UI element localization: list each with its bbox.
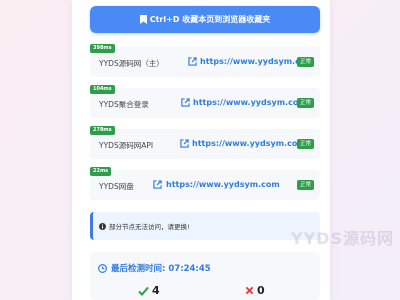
site-row: 22ms YYDS网盘 https://www.yydsym.com 正常 bbox=[90, 167, 320, 200]
external-link-icon bbox=[180, 139, 189, 148]
site-row: 398ms YYDS源码网（主） https://www.yydsym.com … bbox=[90, 44, 320, 77]
success-count: 4 bbox=[138, 284, 160, 297]
notice-banner: 部分节点无法访问，请更换! bbox=[90, 212, 320, 240]
status-badge: 正常 bbox=[296, 139, 314, 149]
site-link[interactable]: https://www.yydsym.com bbox=[192, 139, 306, 148]
latency-badge: 104ms bbox=[90, 85, 115, 94]
notice-text: 部分节点无法访问，请更换! bbox=[109, 223, 190, 231]
bookmark-button[interactable]: Ctrl+D 收藏本页到浏览器收藏夹 bbox=[90, 6, 320, 33]
status-badge: 正常 bbox=[296, 57, 314, 67]
check-icon bbox=[138, 286, 149, 296]
site-name: YYDS源码网API bbox=[99, 141, 154, 150]
last-check-label: 最后检测时间: 07:24:45 bbox=[111, 264, 211, 274]
site-link[interactable]: https://www.yydsym.com bbox=[193, 98, 307, 107]
external-link-icon bbox=[188, 57, 197, 66]
bookmark-icon bbox=[139, 15, 147, 24]
check-summary: 最后检测时间: 07:24:45 4 0 bbox=[90, 252, 320, 300]
fail-count-value: 0 bbox=[257, 284, 265, 297]
site-row: 104ms YYDS聚合登录 https://www.yydsym.com 正常 bbox=[90, 85, 320, 118]
success-count-value: 4 bbox=[152, 284, 160, 297]
latency-badge: 398ms bbox=[90, 44, 115, 53]
bookmark-label: Ctrl+D 收藏本页到浏览器收藏夹 bbox=[149, 15, 271, 24]
external-link-icon bbox=[153, 180, 162, 189]
site-link[interactable]: https://www.yydsym.com bbox=[166, 180, 280, 189]
site-row: 278ms YYDS源码网API https://www.yydsym.com … bbox=[90, 126, 320, 159]
site-name: YYDS聚合登录 bbox=[99, 100, 149, 109]
latency-badge: 278ms bbox=[90, 126, 115, 135]
status-badge: 正常 bbox=[296, 180, 314, 190]
clock-icon bbox=[98, 263, 107, 273]
status-badge: 正常 bbox=[296, 98, 314, 108]
watermark: YYDS源码网 bbox=[291, 229, 394, 248]
site-name: YYDS源码网（主） bbox=[99, 59, 164, 68]
latency-badge: 22ms bbox=[90, 167, 112, 176]
cross-icon bbox=[245, 286, 254, 295]
fail-count: 0 bbox=[245, 284, 265, 297]
last-check-time: 最后检测时间: 07:24:45 bbox=[98, 262, 211, 274]
external-link-icon bbox=[181, 98, 190, 107]
site-name: YYDS网盘 bbox=[99, 182, 134, 191]
status-panel: Ctrl+D 收藏本页到浏览器收藏夹 398ms YYDS源码网（主） http… bbox=[72, 0, 330, 300]
info-icon bbox=[99, 222, 106, 230]
